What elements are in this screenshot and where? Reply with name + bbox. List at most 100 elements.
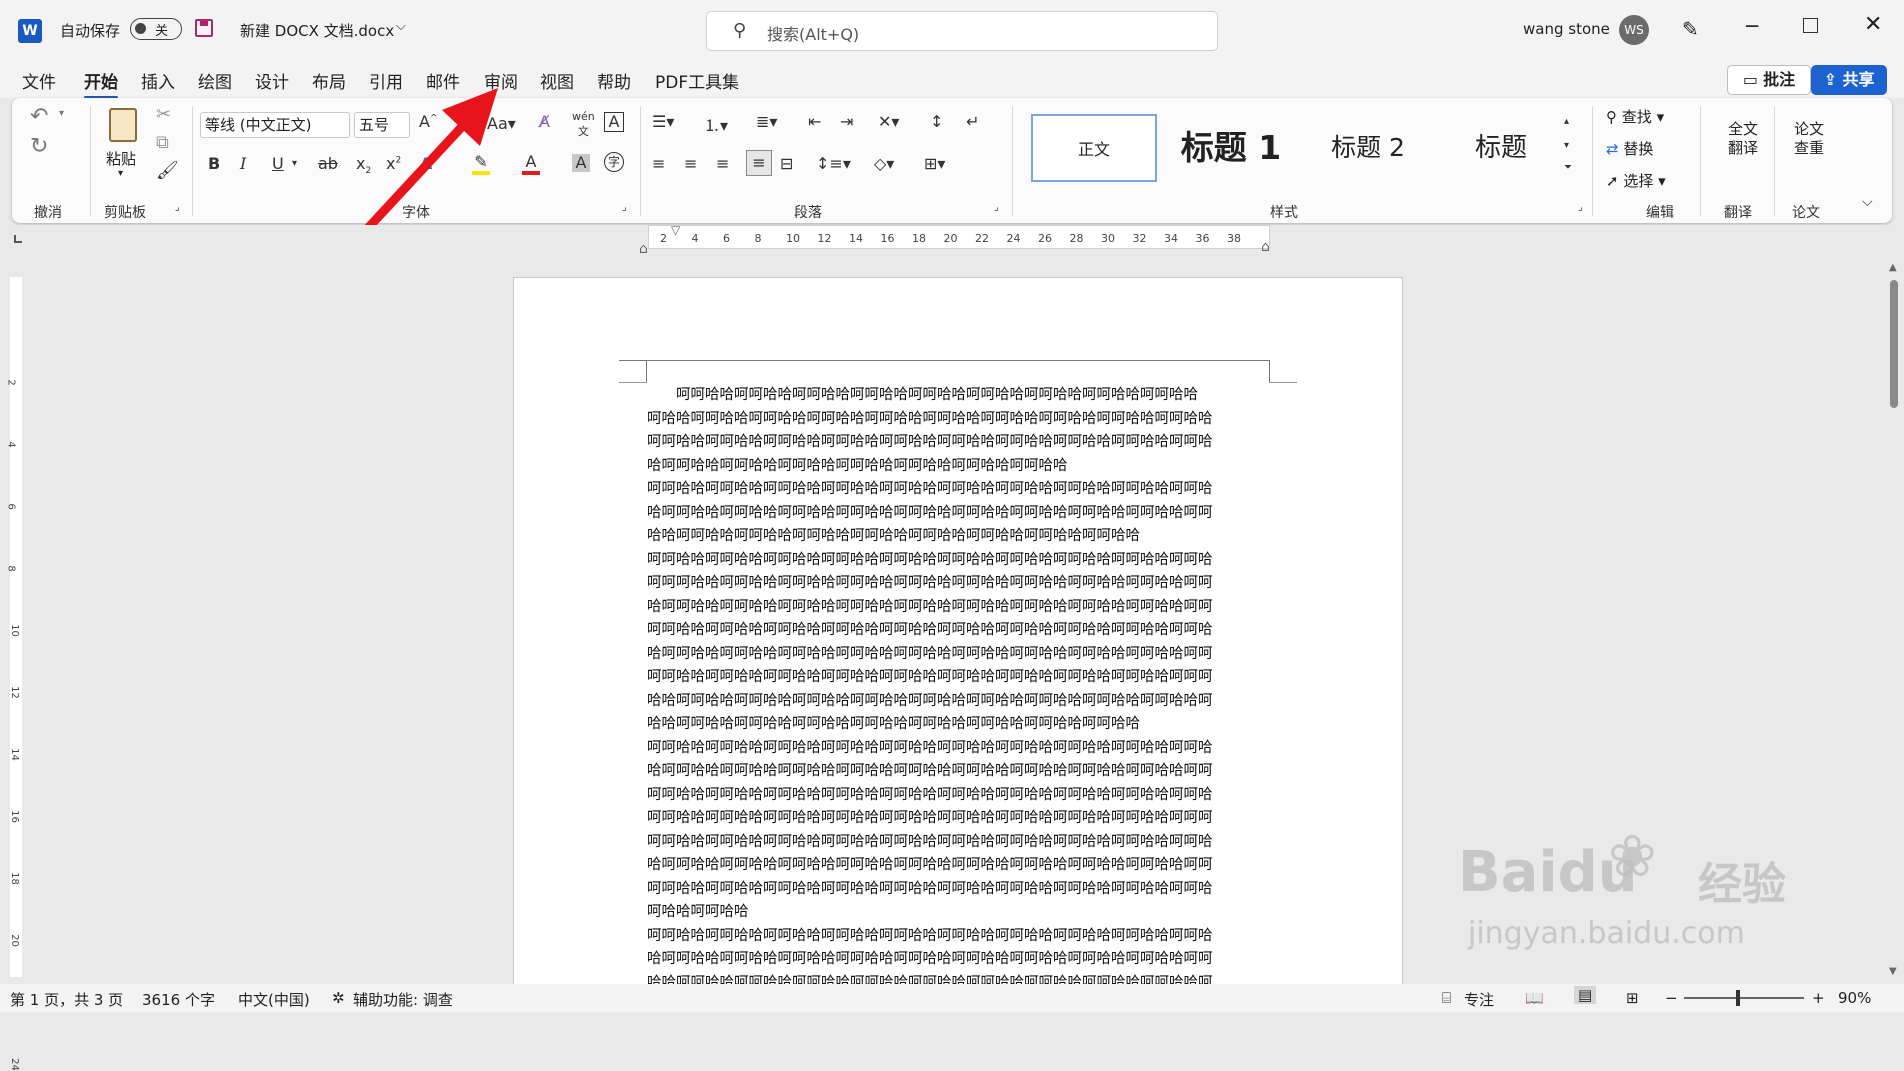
- styles-scroll-down-icon[interactable]: ▾: [1564, 140, 1569, 151]
- underline-dropdown-icon[interactable]: ▾: [292, 158, 297, 169]
- styles-scroll-up-icon[interactable]: ▴: [1564, 116, 1569, 127]
- print-layout-icon[interactable]: ▤: [1574, 986, 1597, 1004]
- font-color-icon[interactable]: A: [522, 152, 540, 175]
- zoom-slider[interactable]: [1684, 990, 1804, 1006]
- designer-icon[interactable]: ✎: [1682, 17, 1699, 41]
- styles-more-icon[interactable]: ⏷: [1564, 162, 1572, 173]
- document-page[interactable]: 呵呵哈哈呵呵哈哈呵呵哈哈呵呵哈哈呵呵哈哈呵呵哈哈呵呵哈哈呵呵哈哈呵呵哈哈 呵哈哈呵…: [513, 277, 1403, 997]
- tab-file[interactable]: 文件: [22, 68, 56, 93]
- replace-button[interactable]: ⇄ 替换: [1606, 138, 1653, 159]
- word-count[interactable]: 3616 个字: [142, 989, 215, 1010]
- focus-icon[interactable]: ⌸: [1442, 989, 1451, 1007]
- accessibility-status[interactable]: 辅助功能: 调查: [353, 989, 453, 1010]
- zoom-out-icon[interactable]: −: [1665, 989, 1678, 1007]
- tab-design[interactable]: 设计: [255, 68, 289, 93]
- read-mode-icon[interactable]: 📖: [1525, 989, 1544, 1007]
- document-paragraph[interactable]: 呵呵哈哈呵呵哈哈呵呵哈哈呵呵哈哈呵呵哈哈呵呵哈哈呵呵哈哈呵呵哈哈呵呵哈哈 呵哈哈呵…: [647, 384, 1277, 478]
- document-title[interactable]: 新建 DOCX 文档.docx: [240, 20, 394, 41]
- bold-icon[interactable]: B: [208, 154, 220, 173]
- align-center-icon[interactable]: ≡: [684, 154, 697, 173]
- justify-icon[interactable]: ≡: [746, 150, 772, 176]
- horizontal-ruler[interactable]: 2 4 6 8 10 12 14 16 18 20 22 24 26 28 30 32 34 36 38 ▽ ⌂ ⌂: [0, 223, 1904, 257]
- borders-icon[interactable]: ⊞▾: [924, 154, 945, 173]
- chinese-layout-icon[interactable]: ✕▾: [878, 112, 899, 131]
- search-box[interactable]: ⚲ 搜索(Alt+Q): [706, 11, 1218, 51]
- italic-icon[interactable]: I: [240, 154, 246, 173]
- tab-pdf-tools[interactable]: PDF工具集: [655, 68, 739, 93]
- tab-insert[interactable]: 插入: [141, 68, 175, 93]
- cut-icon[interactable]: ✂: [156, 104, 171, 125]
- tab-stop-icon[interactable]: [14, 235, 22, 243]
- tab-layout[interactable]: 布局: [312, 68, 346, 93]
- collapse-ribbon-icon[interactable]: ⌵: [1862, 194, 1873, 210]
- paper-check-button[interactable]: 论文 查重: [1784, 120, 1834, 158]
- bullets-icon[interactable]: ☰▾: [652, 112, 674, 131]
- chevron-down-icon[interactable]: ⌵: [396, 19, 406, 34]
- tab-help[interactable]: 帮助: [597, 68, 631, 93]
- full-text-translate-button[interactable]: 全文 翻译: [1718, 120, 1768, 158]
- align-left-icon[interactable]: ≡: [652, 154, 665, 173]
- numbering-icon[interactable]: ⒈▾: [704, 112, 728, 136]
- page-count[interactable]: 第 1 页，共 3 页: [10, 989, 123, 1010]
- paragraph-launcher-icon[interactable]: ⌟: [994, 202, 999, 213]
- vertical-ruler[interactable]: 24681012141618202224: [0, 257, 30, 1071]
- save-icon[interactable]: [195, 19, 213, 37]
- increase-indent-icon[interactable]: ⇥: [840, 112, 853, 131]
- scroll-down-icon[interactable]: ▼: [1889, 966, 1897, 977]
- vertical-scrollbar[interactable]: ▲ ▼: [1884, 262, 1904, 982]
- styles-launcher-icon[interactable]: ⌟: [1578, 202, 1583, 213]
- scroll-up-icon[interactable]: ▲: [1889, 262, 1897, 273]
- clipboard-launcher-icon[interactable]: ⌟: [175, 202, 180, 213]
- maximize-icon[interactable]: [1803, 18, 1818, 33]
- find-button[interactable]: ⚲ 查找 ▾: [1606, 106, 1664, 127]
- phonetic-guide-icon[interactable]: wén 文: [572, 110, 595, 139]
- share-button[interactable]: ⇪ 共享: [1811, 65, 1887, 95]
- style-heading-1[interactable]: 标题 1: [1165, 114, 1297, 182]
- enclose-characters-icon[interactable]: 字: [604, 152, 624, 172]
- first-line-indent-marker[interactable]: ▽: [671, 223, 680, 237]
- document-body[interactable]: 呵呵哈哈呵呵哈哈呵呵哈哈呵呵哈哈呵呵哈哈呵呵哈哈呵呵哈哈呵呵哈哈呵呵哈哈 呵哈哈呵…: [514, 384, 1402, 1004]
- format-painter-icon[interactable]: 🖌: [156, 160, 179, 181]
- font-name-select[interactable]: 等线 (中文正文): [200, 112, 350, 138]
- underline-icon[interactable]: U: [272, 154, 284, 173]
- decrease-indent-icon[interactable]: ⇤: [808, 112, 821, 131]
- paste-button[interactable]: 粘贴 ▾: [104, 106, 148, 186]
- distributed-icon[interactable]: ⊟: [780, 154, 793, 173]
- sort-icon[interactable]: ↕: [930, 112, 943, 131]
- select-button[interactable]: ➚ 选择 ▾: [1606, 170, 1666, 191]
- character-border-icon[interactable]: A: [604, 112, 624, 132]
- tab-view[interactable]: 视图: [540, 68, 574, 93]
- right-indent-marker[interactable]: ⌂: [1261, 239, 1270, 255]
- document-paragraph[interactable]: 呵呵哈哈呵呵哈哈呵呵哈哈呵呵哈哈呵呵哈哈呵呵哈哈呵呵哈哈呵呵哈哈呵呵哈哈呵呵哈哈…: [647, 478, 1277, 549]
- style-heading-2[interactable]: 标题 2: [1303, 114, 1433, 182]
- comments-button[interactable]: ▭ 批注: [1727, 65, 1811, 95]
- user-name[interactable]: wang stone: [1523, 20, 1610, 38]
- character-shading-icon[interactable]: A: [572, 154, 590, 172]
- multilevel-list-icon[interactable]: ≣▾: [756, 112, 777, 131]
- zoom-slider-thumb[interactable]: [1736, 990, 1740, 1006]
- style-normal[interactable]: 正文: [1031, 114, 1157, 182]
- document-paragraph[interactable]: 呵呵哈哈呵呵哈哈呵呵哈哈呵呵哈哈呵呵哈哈呵呵哈哈呵呵哈哈呵呵哈哈呵呵哈哈呵呵哈哈…: [647, 737, 1277, 925]
- avatar[interactable]: WS: [1619, 15, 1649, 45]
- undo-icon[interactable]: ↶: [30, 104, 48, 129]
- undo-dropdown-icon[interactable]: ▾: [59, 108, 64, 119]
- clear-formatting-icon[interactable]: A̸: [539, 112, 550, 131]
- tab-home[interactable]: 开始: [84, 68, 118, 99]
- document-paragraph[interactable]: 呵呵哈哈呵呵哈哈呵呵哈哈呵呵哈哈呵呵哈哈呵呵哈哈呵呵哈哈呵呵哈哈呵呵哈哈呵呵哈呵…: [647, 549, 1277, 737]
- line-spacing-icon[interactable]: ↕≡▾: [816, 154, 851, 173]
- focus-mode[interactable]: 专注: [1464, 989, 1494, 1010]
- tab-draw[interactable]: 绘图: [198, 68, 232, 93]
- align-right-icon[interactable]: ≡: [716, 154, 729, 173]
- web-layout-icon[interactable]: ⊞: [1626, 989, 1639, 1007]
- left-indent-marker[interactable]: ⌂: [639, 241, 648, 257]
- copy-icon[interactable]: ⧉: [156, 132, 169, 153]
- minimize-icon[interactable]: ─: [1746, 14, 1758, 38]
- autosave-toggle[interactable]: 关: [130, 18, 182, 40]
- search-input[interactable]: 搜索(Alt+Q): [767, 21, 859, 45]
- zoom-level[interactable]: 90%: [1838, 989, 1871, 1007]
- shading-icon[interactable]: ◇▾: [874, 154, 894, 173]
- close-icon[interactable]: ✕: [1864, 12, 1882, 37]
- language-status[interactable]: 中文(中国): [238, 989, 310, 1010]
- scroll-thumb[interactable]: [1890, 280, 1898, 408]
- style-title[interactable]: 标题: [1437, 114, 1565, 182]
